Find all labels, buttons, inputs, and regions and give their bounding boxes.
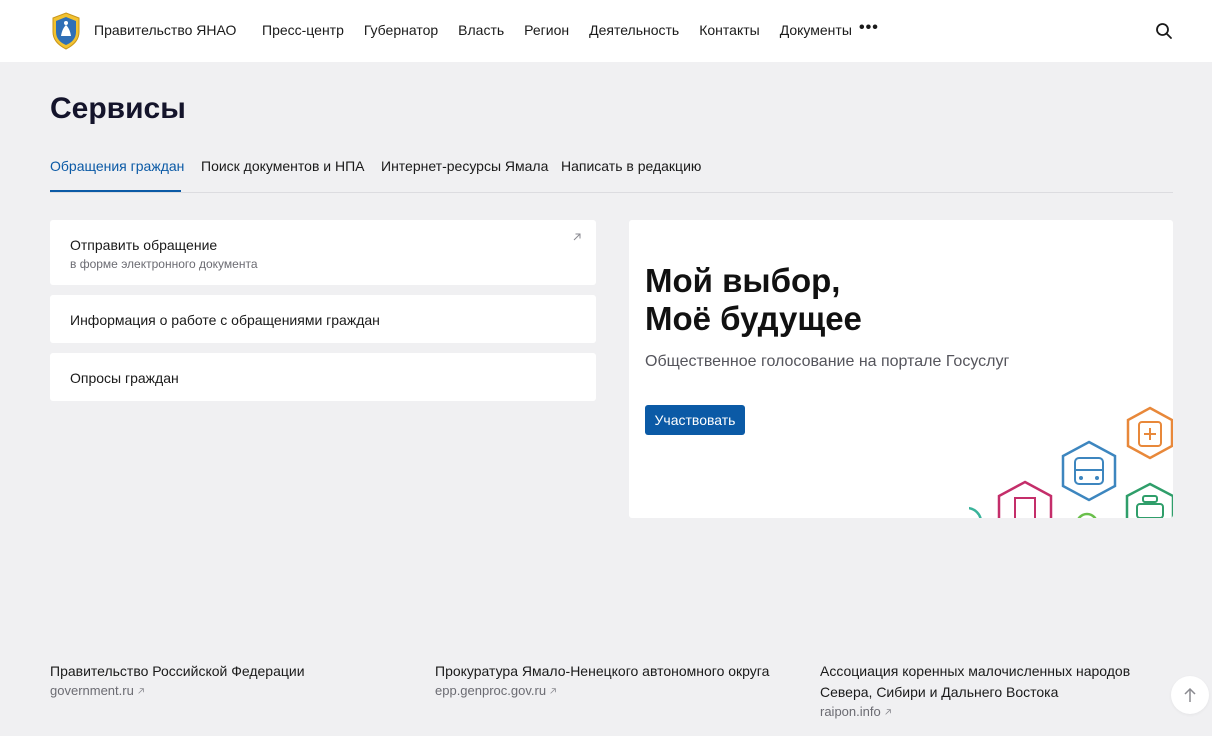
hexagon-illustration-icon — [969, 406, 1173, 518]
card-title: Информация о работе с обращениями гражда… — [70, 312, 380, 328]
promo-title-line1: Мой выбор, — [645, 262, 841, 299]
arrow-up-icon — [1184, 687, 1196, 702]
tab-document-search[interactable]: Поиск документов и НПА — [201, 158, 365, 174]
footer-url-text: raipon.info — [820, 704, 881, 719]
external-link-icon — [138, 687, 144, 694]
footer-url-text: government.ru — [50, 683, 134, 698]
site-header: Правительство ЯНАО Пресс-центр Губернато… — [0, 0, 1212, 62]
nav-item-press-center[interactable]: Пресс-центр — [262, 22, 344, 38]
footer-url-text: epp.genproc.gov.ru — [435, 683, 547, 698]
nav-item-contacts[interactable]: Контакты — [699, 22, 759, 38]
page-title: Сервисы — [50, 92, 186, 125]
search-icon[interactable] — [1155, 22, 1173, 40]
card-title: Отправить обращение — [70, 237, 218, 253]
active-tab-indicator — [50, 190, 181, 192]
footer-title: Ассоциация коренных малочисленных народо… — [820, 663, 1131, 700]
footer-link-raipon: Ассоциация коренных малочисленных народо… — [820, 661, 1160, 721]
promo-subtitle: Общественное голосование на портале Госу… — [645, 353, 1010, 370]
promo-title: Мой выбор, Моё будущее — [645, 262, 1045, 338]
footer-link-government: Правительство Российской Федерации gover… — [50, 661, 390, 700]
external-link-icon — [885, 708, 891, 715]
nav-item-documents[interactable]: Документы — [780, 22, 852, 38]
card-appeals-info[interactable]: Информация о работе с обращениями гражда… — [50, 295, 596, 343]
emblem-icon[interactable] — [50, 12, 82, 50]
tab-write-to-editor[interactable]: Написать в редакцию — [561, 158, 701, 174]
card-citizen-polls[interactable]: Опросы граждан — [50, 353, 596, 401]
card-send-appeal[interactable]: Отправить обращение в форме электронного… — [50, 220, 596, 285]
external-link-icon — [550, 687, 556, 694]
tab-citizen-appeals[interactable]: Обращения граждан — [50, 158, 184, 174]
card-subtitle: в форме электронного документа — [70, 257, 258, 271]
nav-item-activity[interactable]: Деятельность — [589, 22, 679, 38]
promo-banner: Мой выбор, Моё будущее Общественное голо… — [629, 220, 1173, 518]
nav-item-governor[interactable]: Губернатор — [364, 22, 438, 38]
tab-internet-resources[interactable]: Интернет-ресурсы Ямала — [381, 158, 548, 174]
footer-url-link[interactable]: epp.genproc.gov.ru — [435, 683, 557, 698]
nav-item-authority[interactable]: Власть — [458, 22, 504, 38]
footer-title: Прокуратура Ямало-Ненецкого автономного … — [435, 663, 770, 679]
external-link-icon — [573, 233, 581, 241]
footer-title: Правительство Российской Федерации — [50, 663, 305, 679]
nav-more-button[interactable]: ••• — [859, 19, 879, 37]
participate-button[interactable]: Участвовать — [645, 405, 745, 435]
nav-item-region[interactable]: Регион — [524, 22, 569, 38]
footer-url-link[interactable]: raipon.info — [820, 704, 892, 719]
card-title: Опросы граждан — [70, 370, 179, 386]
main-nav: Пресс-центр Губернатор Власть Регион Дея… — [262, 22, 872, 38]
scroll-to-top-button[interactable] — [1171, 676, 1209, 714]
services-tabs: Обращения граждан Поиск документов и НПА… — [50, 155, 1173, 193]
site-brand[interactable]: Правительство ЯНАО — [94, 22, 236, 38]
footer-link-prosecutor: Прокуратура Ямало-Ненецкого автономного … — [435, 661, 775, 700]
footer-url-link[interactable]: government.ru — [50, 683, 145, 698]
promo-title-line2: Моё будущее — [645, 300, 862, 337]
